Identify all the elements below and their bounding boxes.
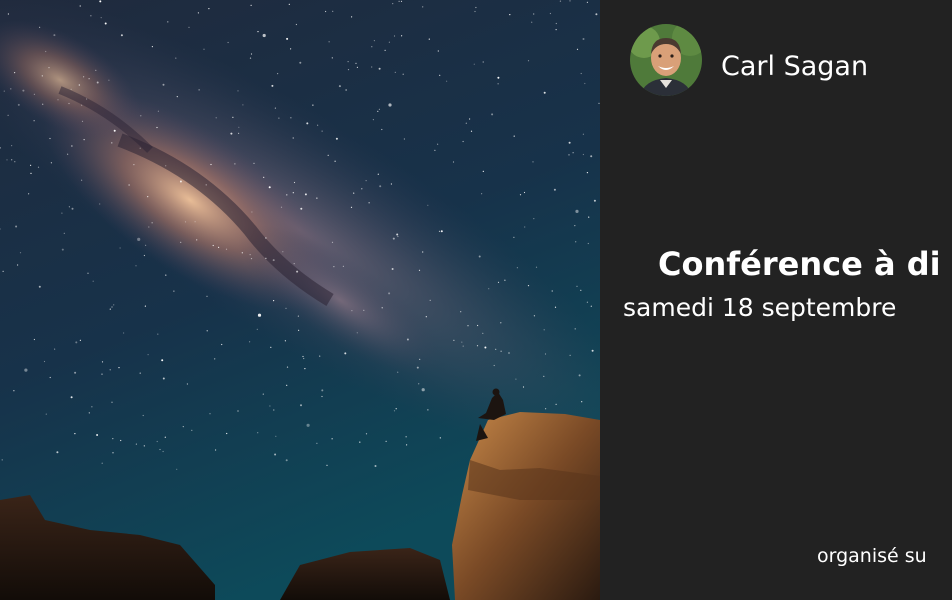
organizer-text: organisé su bbox=[817, 545, 927, 567]
host-portrait-icon bbox=[630, 24, 702, 96]
hero-night-sky-image bbox=[0, 0, 600, 600]
host-avatar[interactable] bbox=[630, 24, 702, 96]
host-name: Carl Sagan bbox=[721, 51, 869, 82]
milky-way-illustration bbox=[0, 0, 600, 600]
event-date: samedi 18 septembre bbox=[623, 293, 897, 322]
event-title: Conférence à di bbox=[658, 245, 941, 283]
event-info-panel: Carl Sagan Conférence à di samedi 18 sep… bbox=[600, 0, 952, 600]
